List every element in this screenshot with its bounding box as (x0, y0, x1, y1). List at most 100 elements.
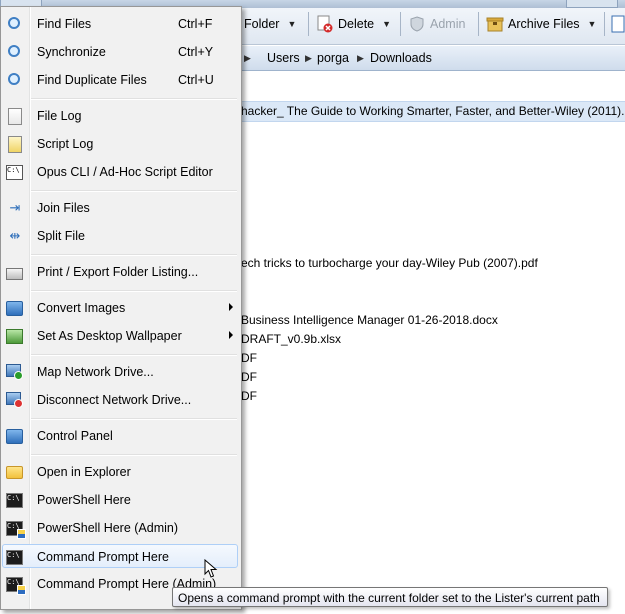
control-panel-icon (6, 429, 23, 444)
menu-item-cli-editor[interactable]: C:\ Opus CLI / Ad-Hoc Script Editor (3, 160, 239, 184)
archive-files-label: Archive Files (508, 17, 580, 31)
document-icon (611, 15, 625, 33)
folder-icon (6, 466, 23, 479)
menu-item-label: Synchronize (37, 45, 106, 59)
menu-item-open-in-explorer[interactable]: Open in Explorer (3, 460, 239, 484)
add-badge-icon (14, 371, 23, 380)
menu-separator (31, 418, 237, 420)
menu-item-label: Open in Explorer (37, 465, 131, 479)
archive-icon (486, 15, 504, 33)
file-name: DF (241, 389, 257, 403)
toolbar-overflow-button[interactable] (611, 12, 625, 36)
file-name: DF (241, 370, 257, 384)
menu-item-label: Find Duplicate Files (37, 73, 147, 87)
admin-shield-icon (17, 529, 26, 539)
menu-item-split-file[interactable]: ⇹ Split File (3, 224, 239, 248)
chevron-down-icon[interactable]: ▼ (588, 19, 597, 29)
file-name: ech tricks to turbocharge your day-Wiley… (241, 256, 538, 270)
menu-item-label: Convert Images (37, 301, 126, 315)
file-name: DRAFT_v0.9b.xlsx (241, 332, 342, 346)
menu-item-powershell-here[interactable]: C:\ PowerShell Here (3, 488, 239, 512)
breadcrumb-separator-icon[interactable]: ▶ (244, 46, 251, 70)
find-duplicates-icon (6, 71, 24, 89)
menu-item-powershell-here-admin[interactable]: C:\ PowerShell Here (Admin) (3, 516, 239, 540)
menu-item-label: Control Panel (37, 429, 113, 443)
breadcrumb-porga[interactable]: porga (317, 46, 349, 70)
admin-shield-icon (17, 585, 26, 595)
menu-separator (31, 454, 237, 456)
menu-item-shortcut: Ctrl+Y (178, 45, 214, 59)
menu-item-map-network-drive[interactable]: Map Network Drive... (3, 360, 239, 384)
menu-item-shortcut: Ctrl+F (178, 17, 213, 31)
toolbar-divider (400, 12, 401, 36)
menu-item-file-log[interactable]: File Log (3, 104, 239, 128)
toolbar-divider (308, 12, 309, 36)
menu-item-synchronize[interactable]: Synchronize Ctrl+Y (3, 40, 239, 64)
command-prompt-admin-icon: C:\ (6, 577, 26, 595)
archive-files-button[interactable]: Archive Files ▼ (486, 12, 596, 36)
menu-item-find-duplicate-files[interactable]: Find Duplicate Files Ctrl+U (3, 68, 239, 92)
printer-icon (6, 268, 23, 280)
script-log-icon (8, 136, 22, 153)
tools-context-menu: Find Files Ctrl+F Synchronize Ctrl+Y Fin… (0, 6, 242, 610)
menu-item-script-log[interactable]: Script Log (3, 132, 239, 156)
chevron-down-icon[interactable]: ▼ (287, 19, 296, 29)
breadcrumb-users[interactable]: Users (267, 46, 300, 70)
admin-button[interactable]: Admin (408, 12, 465, 36)
map-drive-icon (6, 364, 23, 380)
menu-item-label: Command Prompt Here (37, 550, 169, 564)
menu-item-shortcut: Ctrl+U (178, 73, 214, 87)
breadcrumb-separator-icon[interactable]: ▶ (305, 46, 312, 70)
delete-icon (316, 15, 334, 33)
window-tab-right[interactable] (566, 0, 618, 8)
menu-separator (31, 254, 237, 256)
menu-item-label: Opus CLI / Ad-Hoc Script Editor (37, 165, 213, 179)
disconnect-drive-icon (6, 392, 23, 408)
toolbar-divider (604, 12, 605, 36)
wallpaper-icon (6, 329, 23, 344)
menu-item-label: Disconnect Network Drive... (37, 393, 192, 407)
menu-item-find-files[interactable]: Find Files Ctrl+F (3, 12, 239, 36)
menu-item-control-panel[interactable]: Control Panel (3, 424, 239, 448)
find-files-icon (6, 15, 24, 33)
tooltip: Opens a command prompt with the current … (172, 587, 608, 607)
remove-badge-icon (14, 399, 23, 408)
menu-item-label: Map Network Drive... (37, 365, 154, 379)
file-log-icon (8, 108, 22, 125)
admin-label: Admin (430, 17, 466, 31)
powershell-admin-icon: C:\ (6, 521, 26, 539)
menu-item-command-prompt-here[interactable]: C:\ Command Prompt Here (2, 544, 238, 568)
delete-button[interactable]: Delete ▼ (316, 12, 391, 36)
menu-item-label: Join Files (37, 201, 90, 215)
menu-item-convert-images[interactable]: Convert Images (3, 296, 239, 320)
toolbar-divider (478, 12, 479, 36)
file-name: hacker_ The Guide to Working Smarter, Fa… (241, 104, 625, 118)
submenu-arrow-icon (229, 303, 233, 311)
new-folder-label: Folder (244, 17, 280, 31)
new-folder-button[interactable]: Folder ▼ (244, 12, 296, 36)
menu-item-label: Set As Desktop Wallpaper (37, 329, 182, 343)
breadcrumb-downloads[interactable]: Downloads (370, 46, 432, 70)
menu-item-label: Script Log (37, 137, 94, 151)
menu-item-label: File Log (37, 109, 82, 123)
menu-item-label: Find Files (37, 17, 92, 31)
file-name: DF (241, 351, 257, 365)
split-file-icon: ⇹ (9, 228, 21, 243)
menu-item-label: PowerShell Here (Admin) (37, 521, 179, 535)
chevron-down-icon[interactable]: ▼ (382, 19, 391, 29)
admin-shield-icon (408, 15, 426, 33)
tooltip-text: Opens a command prompt with the current … (178, 591, 600, 605)
convert-images-icon (6, 301, 23, 316)
join-files-icon: ⇥ (9, 200, 21, 215)
menu-item-set-wallpaper[interactable]: Set As Desktop Wallpaper (3, 324, 239, 348)
menu-item-disconnect-network-drive[interactable]: Disconnect Network Drive... (3, 388, 239, 412)
menu-item-join-files[interactable]: ⇥ Join Files (3, 196, 239, 220)
breadcrumb-separator-icon[interactable]: ▶ (357, 46, 364, 70)
menu-separator (31, 290, 237, 292)
file-name: Business Intelligence Manager 01-26-2018… (241, 313, 498, 327)
menu-item-label: PowerShell Here (37, 493, 131, 507)
menu-item-print-export[interactable]: Print / Export Folder Listing... (3, 260, 239, 284)
command-prompt-icon: C:\ (6, 550, 23, 565)
mouse-cursor-icon (204, 559, 218, 578)
cli-icon: C:\ (6, 165, 23, 180)
